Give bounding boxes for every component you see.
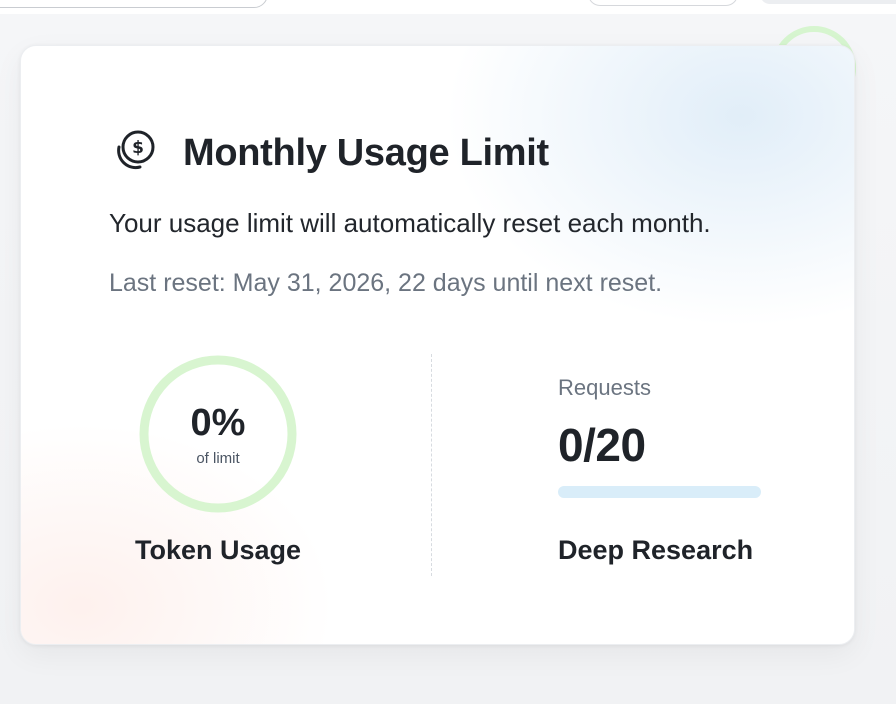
- token-usage-percent: 0%: [190, 402, 246, 444]
- top-button-partial-secondary[interactable]: [760, 0, 896, 4]
- token-usage-sublabel: of limit: [196, 450, 240, 467]
- token-usage-label: Token Usage: [134, 535, 302, 565]
- svg-text:$: $: [132, 138, 144, 158]
- deep-research-label: Deep Research: [558, 535, 754, 565]
- monthly-usage-card: $ Monthly Usage Limit Your usage limit w…: [20, 45, 855, 645]
- top-input-partial[interactable]: [0, 0, 268, 8]
- card-title: Monthly Usage Limit: [183, 131, 549, 174]
- card-description: Your usage limit will automatically rese…: [109, 208, 711, 238]
- section-divider: [431, 354, 432, 576]
- card-header: $ Monthly Usage Limit: [109, 128, 549, 178]
- requests-value: 0/20: [558, 419, 646, 471]
- reset-info: Last reset: May 31, 2026, 22 days until …: [109, 269, 663, 297]
- requests-label: Requests: [558, 375, 651, 400]
- requests-progress-bar: [558, 486, 761, 498]
- coin-dollar-icon: $: [117, 130, 155, 170]
- token-usage-ring: 0% of limit: [138, 354, 298, 514]
- top-button-partial[interactable]: [588, 0, 738, 6]
